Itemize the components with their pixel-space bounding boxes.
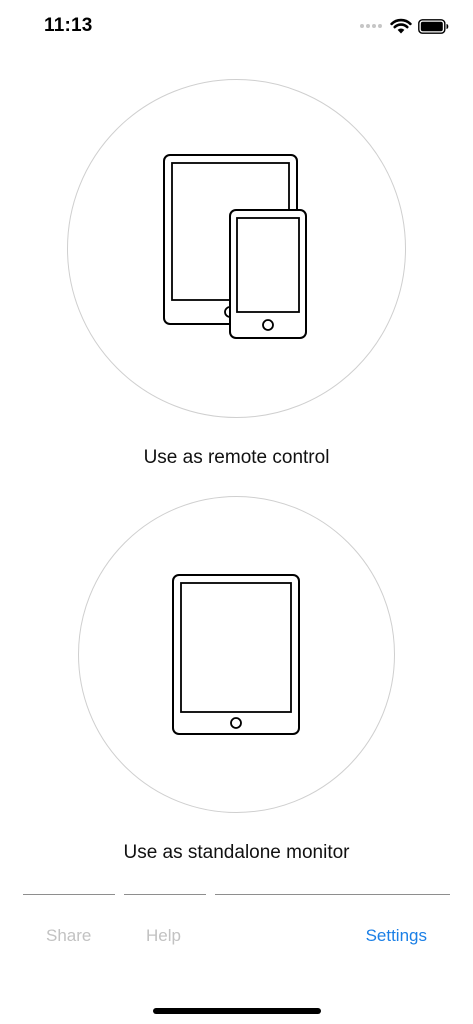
settings-tab[interactable]: Settings <box>366 926 427 946</box>
tablet-and-phone-icon <box>163 154 307 339</box>
tab-divider-settings <box>215 894 450 895</box>
home-indicator[interactable] <box>153 1008 321 1014</box>
standalone-monitor-label: Use as standalone monitor <box>123 842 350 863</box>
tab-divider-share <box>23 894 115 895</box>
tablet-icon <box>172 574 300 735</box>
tab-divider-help <box>124 894 206 895</box>
standalone-monitor-option[interactable]: Use as standalone monitor <box>0 480 473 880</box>
remote-control-label: Use as remote control <box>143 447 330 468</box>
help-tab[interactable]: Help <box>146 926 181 946</box>
share-tab[interactable]: Share <box>46 926 91 946</box>
remote-control-option[interactable]: Use as remote control <box>0 0 473 480</box>
